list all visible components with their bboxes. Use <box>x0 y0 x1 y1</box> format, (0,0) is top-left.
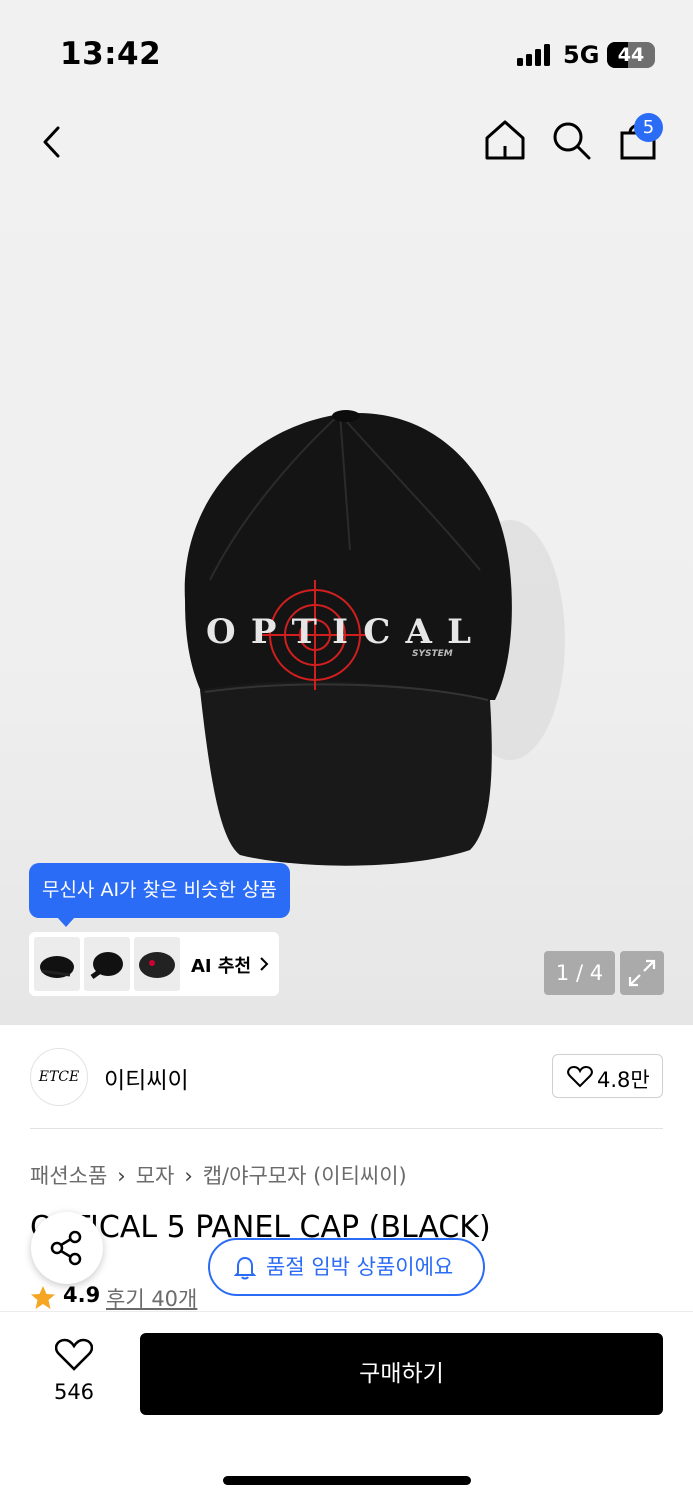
network-label: 5G <box>563 41 600 69</box>
brand-name[interactable]: 이티씨이 <box>104 1061 189 1095</box>
buy-button[interactable]: 구매하기 <box>140 1333 663 1415</box>
breadcrumb-item[interactable]: 캡/야구모자 (이티씨이) <box>203 1164 407 1188</box>
review-count-link[interactable]: 후기 40개 <box>106 1283 197 1313</box>
divider <box>30 1128 663 1129</box>
breadcrumb: 패션소품 › 모자 › 캡/야구모자 (이티씨이) <box>30 1164 407 1188</box>
chevron-right-icon <box>260 957 269 971</box>
home-indicator <box>223 1476 471 1485</box>
soldout-notice-text: 품절 임박 상품이에요 <box>266 1255 454 1279</box>
back-button[interactable] <box>38 120 68 164</box>
share-button[interactable] <box>31 1212 103 1284</box>
wishlist-count: 546 <box>53 1380 95 1404</box>
soldout-notice-button[interactable]: 품절 임박 상품이에요 <box>208 1238 485 1296</box>
brand-logo[interactable]: ETCE <box>30 1048 88 1106</box>
rating-value: 4.9 <box>63 1283 101 1307</box>
ai-thumb-3[interactable] <box>134 937 180 991</box>
heart-icon <box>567 1066 593 1088</box>
image-page-indicator: 1 / 4 <box>544 951 615 995</box>
star-icon <box>31 1286 55 1309</box>
heart-icon <box>55 1338 93 1371</box>
bell-icon <box>234 1256 256 1280</box>
chevron-left-icon <box>43 126 60 158</box>
expand-icon <box>628 959 656 987</box>
home-button[interactable] <box>484 118 526 162</box>
breadcrumb-item[interactable]: 패션소품 <box>30 1164 107 1188</box>
battery-level: 44 <box>617 44 645 66</box>
cap-logo-sub: SYSTEM <box>412 649 453 659</box>
wishlist-button[interactable]: 546 <box>38 1338 110 1410</box>
brand-like-count: 4.8만 <box>597 1068 650 1092</box>
breadcrumb-item[interactable]: 모자 <box>136 1164 175 1188</box>
expand-image-button[interactable] <box>620 951 664 995</box>
ai-recommend-strip[interactable]: AI 추천 <box>29 932 279 996</box>
share-icon <box>50 1230 82 1266</box>
product-image: OPTICAL SYSTEM <box>184 410 565 866</box>
ai-thumb-2[interactable] <box>84 937 130 991</box>
status-time: 13:42 <box>60 36 162 72</box>
search-button[interactable] <box>550 118 592 162</box>
ai-recommend-label: AI 추천 <box>191 956 252 977</box>
status-bar: 13:42 5G 44 <box>0 0 693 100</box>
cart-count-badge: 5 <box>634 113 663 142</box>
search-icon <box>553 122 591 160</box>
signal-icon <box>517 44 555 66</box>
ai-thumb-1[interactable] <box>34 937 80 991</box>
brand-like-button[interactable]: 4.8만 <box>552 1054 663 1098</box>
home-icon <box>485 120 525 160</box>
battery-icon: 44 <box>607 42 655 68</box>
top-navigation <box>0 100 693 184</box>
ai-similar-tooltip[interactable]: 무신사 AI가 찾은 비슷한 상품 <box>29 863 290 927</box>
